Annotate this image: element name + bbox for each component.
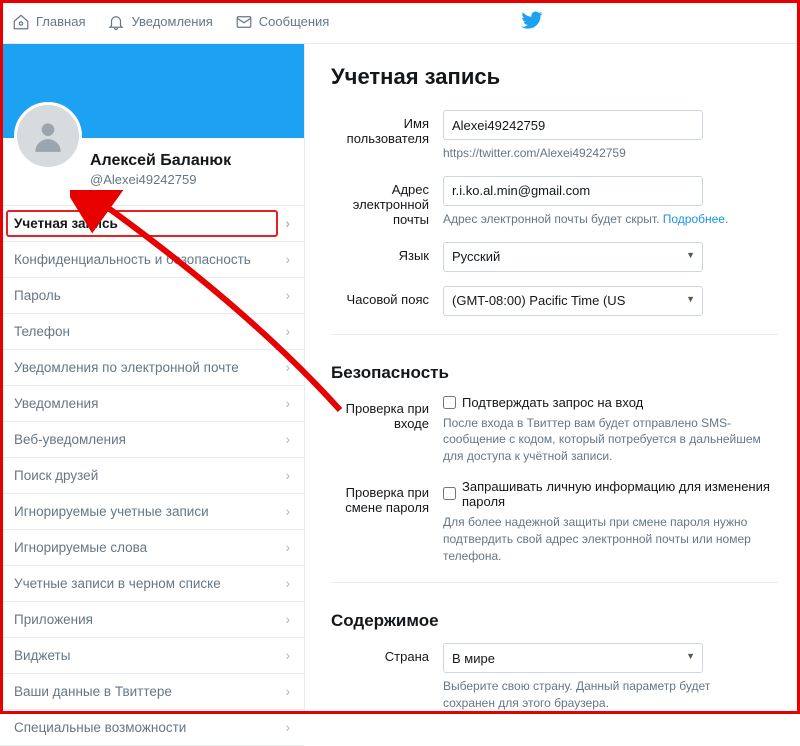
sidebar-item-label: Специальные возможности <box>14 720 186 735</box>
chevron-right-icon: › <box>286 720 291 735</box>
annotation-frame <box>0 0 800 714</box>
sidebar-item-14[interactable]: Специальные возможности › <box>0 710 304 746</box>
